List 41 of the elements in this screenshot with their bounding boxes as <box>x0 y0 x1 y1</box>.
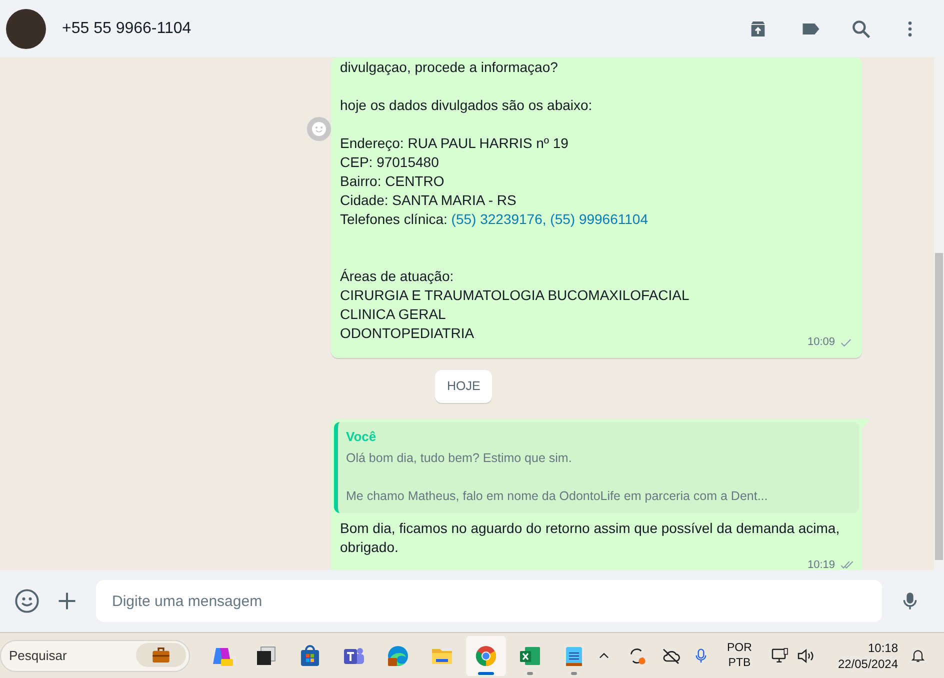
message-text: hoje os dados divulgados são os abaixo: <box>340 96 592 115</box>
message-text: Endereço: RUA PAUL HARRIS nº 19 <box>340 134 568 153</box>
contact-name[interactable]: +55 55 9966-1104 <box>62 16 192 40</box>
message-text: Áreas de atuação: <box>340 267 454 286</box>
plus-icon[interactable] <box>56 590 78 612</box>
message-text: ODONTOPEDIATRIA <box>340 324 474 343</box>
browser-logo-icon <box>474 644 498 668</box>
phone-link[interactable]: (55) 999661104 <box>550 211 648 227</box>
message-text: Telefones clínica: (55) 32239176, (55) 999661104 <box>340 210 648 229</box>
running-indicator <box>527 672 533 674</box>
message-text: CIRURGIA E TRAUMATOLOGIA BUCOMAXILOFACIAL <box>340 286 690 305</box>
message-text: Cidade: SANTA MARIA - RS <box>340 191 516 210</box>
search-icon[interactable] <box>850 18 872 40</box>
message-input[interactable]: Digite uma mensagem <box>96 580 882 622</box>
message-text: Bairro: CENTRO <box>340 172 444 191</box>
shopping-bag-icon <box>298 644 322 668</box>
task-view-icon <box>254 644 278 668</box>
message-text: CEP: 97015480 <box>340 153 439 172</box>
quoted-message[interactable]: Você Olá bom dia, tudo bem? Estimo que sim. Me chamo Matheus, falo em nome da OdontoLife em parceria com a Dent... <box>334 422 859 513</box>
message-text: divulgaçao, procede a informaçao? <box>340 58 558 77</box>
language-indicator[interactable]: POR PTB <box>727 640 752 670</box>
message-text: CLINICA GERAL <box>340 305 446 324</box>
phone-link[interactable]: (55) 32239176, <box>451 211 546 227</box>
scrollbar-thumb[interactable] <box>935 253 943 560</box>
running-indicator <box>571 672 577 674</box>
emoji-icon[interactable] <box>14 588 40 614</box>
message-time: 10:09 <box>807 335 835 350</box>
clock-date[interactable]: 22/05/2024 <box>838 656 898 672</box>
message-time: 10:19 <box>807 558 835 570</box>
briefcase-icon <box>150 644 172 664</box>
date-chip: HOJE <box>435 370 492 403</box>
wave-circle-icon <box>386 644 410 668</box>
message-text: Bom dia, ficamos no aguardo do retorno assim que possível da demanda acima, obrigado. <box>340 518 841 557</box>
avatar[interactable] <box>6 8 46 48</box>
quote-author: Você <box>346 428 378 446</box>
clock-time[interactable]: 10:18 <box>868 640 898 656</box>
scrollbar[interactable] <box>934 57 944 570</box>
quote-text: Olá bom dia, tudo bem? Estimo que sim. <box>346 450 573 467</box>
quote-text: Me chamo Matheus, falo em nome da OdontoLife em parceria com a Dent... <box>346 488 769 505</box>
network-icon[interactable] <box>770 646 790 666</box>
running-indicator <box>478 672 494 674</box>
